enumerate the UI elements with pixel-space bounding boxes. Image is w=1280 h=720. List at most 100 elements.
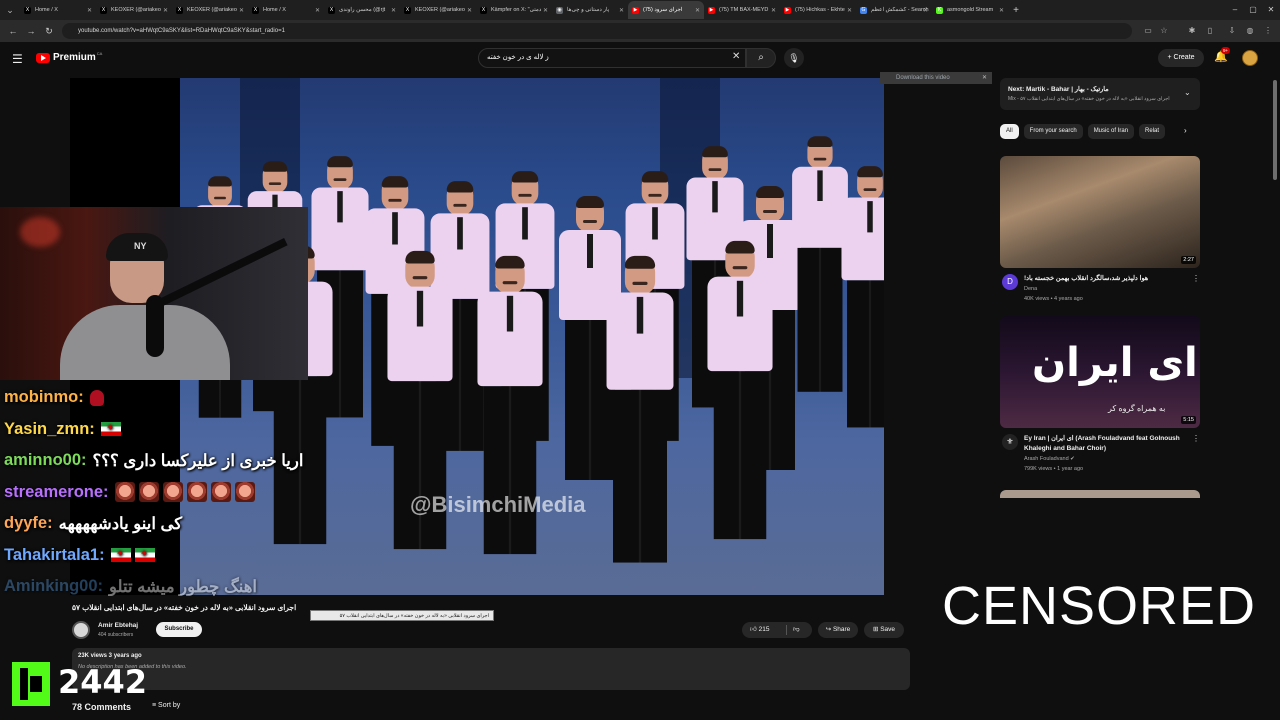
- maximize-icon[interactable]: ▢: [1244, 0, 1262, 20]
- new-tab-button[interactable]: +: [1008, 5, 1024, 16]
- tab-search-icon[interactable]: ⌄: [0, 0, 20, 20]
- filter-chip[interactable]: Relat: [1139, 123, 1166, 139]
- dislike-button[interactable]: 👎︎: [793, 622, 800, 638]
- next-recommendation-thumbnail[interactable]: [1000, 490, 1200, 498]
- tab-favicon-icon: X: [404, 6, 411, 14]
- account-avatar[interactable]: [1242, 50, 1258, 66]
- chat-text: اریا خبری از علیرکسا داری ؟؟؟: [92, 451, 304, 470]
- tab-close-icon[interactable]: ✕: [999, 7, 1004, 14]
- tab-close-icon[interactable]: ✕: [619, 7, 624, 14]
- recommended-title[interactable]: Ey Iran | ای ایران (Arash Fouladvand fea…: [1024, 434, 1188, 454]
- download-bar-close-icon[interactable]: ✕: [982, 72, 987, 84]
- tab-favicon-icon: X: [100, 6, 107, 14]
- tab-favicon-icon: X: [176, 6, 183, 14]
- youtube-logo[interactable]: Premium CA: [36, 51, 102, 63]
- subscribe-button[interactable]: Subscribe: [156, 622, 202, 637]
- browser-tab[interactable]: X KEOXER (@ariakeo ✕: [96, 1, 172, 19]
- thumbnail-subtext: به همراه گروه کر: [1108, 404, 1166, 413]
- chevron-down-icon[interactable]: ⌄: [1184, 88, 1191, 97]
- tab-close-icon[interactable]: ✕: [467, 7, 472, 14]
- chips-next-arrow-icon[interactable]: ›: [1184, 126, 1187, 135]
- download-icon[interactable]: ⇩: [1226, 25, 1238, 37]
- browser-tab[interactable]: G کشمکش اعظم - Search ✕: [856, 1, 932, 19]
- more-options-icon[interactable]: ⋮: [1192, 274, 1200, 283]
- recommended-video[interactable]: ای ایران به همراه گروه کر 5:15 ⚜ Ey Iran…: [1000, 316, 1200, 476]
- video-title: اجرای سرود انقلابی «به لاله در خون خفته»…: [72, 603, 297, 612]
- browser-tab[interactable]: Kasmongold Stream ✕: [932, 1, 1008, 19]
- voice-search-button[interactable]: 🎙: [784, 48, 804, 68]
- search-button[interactable]: ⌕: [746, 48, 776, 68]
- video-thumbnail[interactable]: ای ایران به همراه گروه کر 5:15: [1000, 316, 1200, 428]
- download-video-bar[interactable]: Download this video: [880, 72, 992, 84]
- browser-tab-strip: ⌄ X Home / X ✕ X KEOXER (@ariakeo ✕ X KEOXER (@…: [0, 0, 1280, 20]
- create-button[interactable]: + Create: [1158, 49, 1204, 67]
- tab-title: KEOXER (@ariakeo: [415, 7, 465, 13]
- fleur-icon: ⚜: [1006, 437, 1014, 446]
- extension-icon[interactable]: ✱: [1186, 25, 1198, 37]
- tab-close-icon[interactable]: ✕: [391, 7, 396, 14]
- description-box[interactable]: 23K views 3 years ago No description has…: [72, 648, 910, 690]
- channel-name[interactable]: Amir Ebtehaj: [98, 622, 138, 629]
- tab-close-icon[interactable]: ✕: [695, 7, 700, 14]
- tab-close-icon[interactable]: ✕: [315, 7, 320, 14]
- recommended-video[interactable]: 2:27 D هوا دلپذیر شد،سالگرد انقلاب بهمن …: [1000, 156, 1200, 306]
- back-arrow-icon[interactable]: ←: [6, 24, 20, 38]
- verified-icon: ✔: [1070, 456, 1075, 462]
- browser-tab[interactable]: ◉ پار دستانی و چی‌ها ✕: [552, 1, 628, 19]
- save-button[interactable]: ⊞ Save: [864, 622, 904, 638]
- browser-tab[interactable]: X محسن راوندی (@rjt ✕: [324, 1, 400, 19]
- browser-tab[interactable]: ▶ (75) اجرای سرود ✕: [628, 1, 704, 19]
- browser-tab[interactable]: X Home / X ✕: [248, 1, 324, 19]
- more-options-icon[interactable]: ⋮: [1192, 434, 1200, 443]
- hamburger-menu-icon[interactable]: ☰: [12, 52, 23, 66]
- recommended-channel[interactable]: Arash Fouladvand ✔: [1024, 456, 1075, 462]
- close-window-icon[interactable]: ✕: [1262, 0, 1280, 20]
- browser-menu-icon[interactable]: ⋮: [1262, 25, 1274, 37]
- up-next-panel[interactable]: Next: Martik - Bahar | مارتیک - بهار Mix…: [1000, 78, 1200, 110]
- channel-avatar[interactable]: D: [1002, 274, 1018, 290]
- clear-search-icon[interactable]: ✕: [732, 51, 740, 62]
- tab-close-icon[interactable]: ✕: [163, 7, 168, 14]
- channel-avatar[interactable]: [72, 621, 90, 639]
- tab-close-icon[interactable]: ✕: [923, 7, 928, 14]
- filter-chip[interactable]: Music of Iran: [1087, 123, 1135, 139]
- reload-icon[interactable]: ↻: [42, 24, 56, 38]
- recommended-channel[interactable]: Dena: [1024, 286, 1037, 292]
- page-scrollbar[interactable]: [1273, 80, 1277, 180]
- share-button[interactable]: ↪ Share: [818, 622, 858, 638]
- url-field[interactable]: youtube.com/watch?v=aHWqtC9aSKY&list=RDa…: [62, 23, 1132, 39]
- browser-tab[interactable]: X Home / X ✕: [20, 1, 96, 19]
- browser-tab[interactable]: ▶ (75) TM BAX-MEYD ✕: [704, 1, 780, 19]
- browser-tab[interactable]: X Kämpfer on X: "دمتی ✕: [476, 1, 552, 19]
- minimize-icon[interactable]: –: [1226, 0, 1244, 20]
- like-button[interactable]: 👍︎ 215: [750, 622, 769, 638]
- filter-chip[interactable]: All: [1000, 123, 1019, 139]
- filter-chip[interactable]: From your search: [1023, 123, 1083, 139]
- profile-icon[interactable]: ◍: [1244, 25, 1256, 37]
- cast-icon[interactable]: ▭: [1142, 25, 1154, 37]
- search-input[interactable]: ز لاله ی در خون خفته: [478, 48, 746, 68]
- channel-avatar[interactable]: ⚜: [1002, 434, 1018, 450]
- tab-close-icon[interactable]: ✕: [87, 7, 92, 14]
- subscriber-count: 404 subscribers: [98, 632, 134, 638]
- tab-close-icon[interactable]: ✕: [771, 7, 776, 14]
- sidepanel-icon[interactable]: ▯: [1204, 25, 1216, 37]
- kick-logo: [12, 662, 50, 706]
- browser-tab[interactable]: X KEOXER (@ariakeo ✕: [400, 1, 476, 19]
- browser-tab[interactable]: ▶ (75) Hichkas - Ekhte ✕: [780, 1, 856, 19]
- bookmark-star-icon[interactable]: ☆: [1158, 25, 1170, 37]
- recommended-meta: 799K views • 1 year ago: [1024, 466, 1084, 472]
- tab-title: Home / X: [263, 7, 286, 13]
- tab-close-icon[interactable]: ✕: [847, 7, 852, 14]
- recommended-title[interactable]: هوا دلپذیر شد،سالگرد انقلاب بهمن خجسته ب…: [1024, 274, 1188, 284]
- forward-arrow-icon[interactable]: →: [24, 24, 38, 38]
- tab-close-icon[interactable]: ✕: [543, 7, 548, 14]
- sort-comments-button[interactable]: ≡ Sort by: [152, 702, 180, 709]
- face-emote-icon: [210, 482, 231, 503]
- tab-close-icon[interactable]: ✕: [239, 7, 244, 14]
- browser-tab[interactable]: X KEOXER (@ariakeo ✕: [172, 1, 248, 19]
- video-thumbnail[interactable]: 2:27: [1000, 156, 1200, 268]
- face-emote-icon: [162, 482, 183, 503]
- chat-username: dyyfe:: [4, 514, 53, 533]
- stream-chat-overlay: mobinmo: Yasin_zmn: aminno00: اریا خبری از …: [4, 382, 304, 603]
